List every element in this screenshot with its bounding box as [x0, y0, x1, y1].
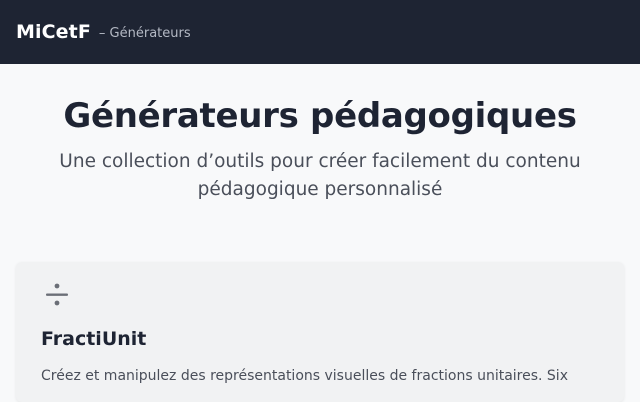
tool-card-description: Créez et manipulez des représentations v…	[41, 368, 568, 384]
tool-card-fractiunit[interactable]: FractiUnit Créez et manipulez des représ…	[16, 262, 624, 402]
division-icon	[44, 280, 70, 310]
tool-card-title: FractiUnit	[41, 328, 147, 350]
hero-section: Générateurs pédagogiques Une collection …	[0, 64, 640, 204]
page-subtitle: Une collection d’outils pour créer facil…	[59, 151, 581, 200]
top-navbar: MiCetF – Générateurs	[0, 0, 640, 64]
section-label: – Générateurs	[98, 25, 191, 41]
page-title: Générateurs pédagogiques	[63, 96, 577, 136]
brand-logo-link[interactable]: MiCetF	[16, 21, 91, 43]
